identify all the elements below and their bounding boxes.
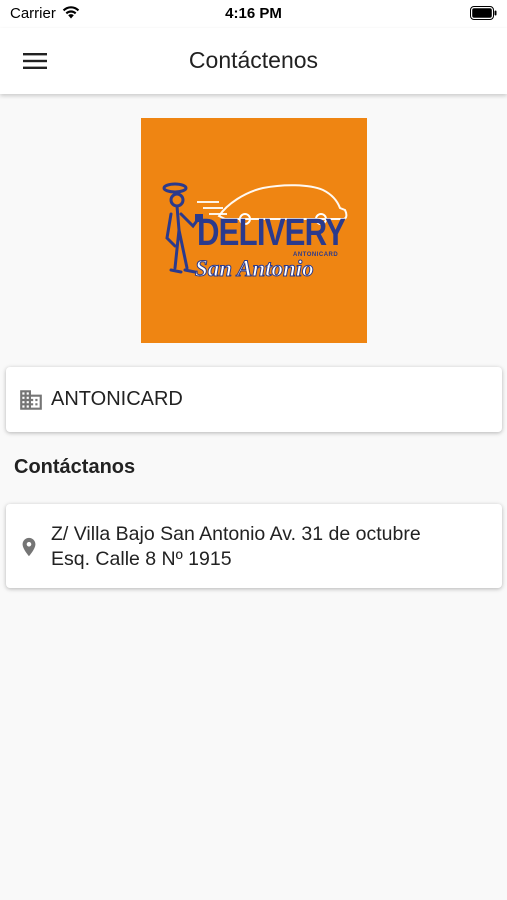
address-card[interactable]: Z/ Villa Bajo San Antonio Av. 31 de octu… [6,504,502,588]
battery-icon [470,6,497,20]
company-logo: DELIVERY ANTONICARD San Antonio [141,118,367,343]
page-title: Contáctenos [188,47,319,73]
logo-brand: DELIVERY [197,212,346,254]
company-name: ANTONICARD [51,388,183,410]
business-building-icon [20,390,42,410]
app-bar: Contáctenos [0,28,507,94]
clock-label: 4:16 PM [225,5,282,22]
address-line-1: Z/ Villa Bajo San Antonio Av. 31 de octu… [51,523,421,545]
logo-tagline: San Antonio [195,256,315,282]
status-bar: Carrier 4:16 PM [0,0,507,28]
address-text: Z/ Villa Bajo San Antonio Av. 31 de octu… [51,522,491,572]
contact-section-title: Contáctanos [14,456,136,478]
company-card: ANTONICARD [6,367,502,432]
location-pin-icon [22,537,36,557]
address-line-2: Esq. Calle 8 Nº 1915 [51,548,232,570]
